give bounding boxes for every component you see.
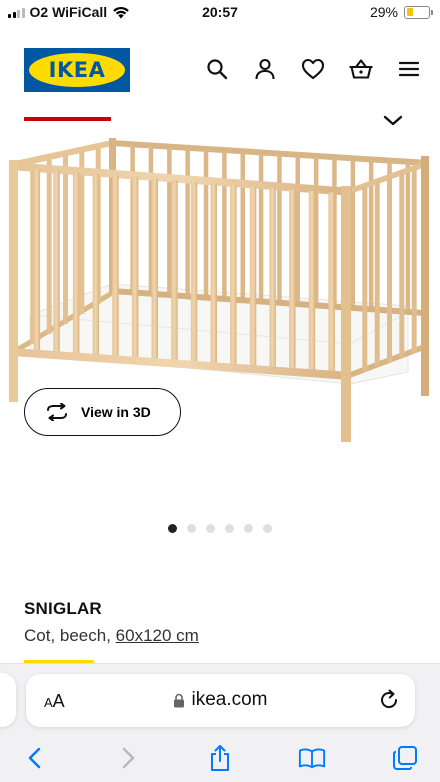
view-in-3d-label: View in 3D xyxy=(81,404,151,420)
forward-icon[interactable] xyxy=(114,744,142,772)
gallery-dot[interactable] xyxy=(263,524,272,533)
product-size-link[interactable]: 60x120 cm xyxy=(116,626,199,645)
battery-level xyxy=(406,8,413,16)
wishlist-icon[interactable] xyxy=(300,56,326,82)
status-bar: O2 WiFiCall 20:57 29% xyxy=(0,0,440,26)
gallery-dot[interactable] xyxy=(187,524,196,533)
lock-icon xyxy=(174,693,185,707)
rotate-3d-icon xyxy=(47,403,67,421)
header-icons xyxy=(204,56,422,82)
back-icon[interactable] xyxy=(21,744,49,772)
gallery-dot[interactable] xyxy=(168,524,177,533)
battery-icon xyxy=(404,5,433,19)
chevron-down-icon[interactable] xyxy=(381,112,405,130)
url-display[interactable]: ikea.com xyxy=(26,689,415,711)
gallery-dot[interactable] xyxy=(206,524,215,533)
address-bar[interactable]: AA ikea.com xyxy=(26,674,415,727)
share-icon[interactable] xyxy=(206,744,234,772)
bookmarks-icon[interactable] xyxy=(298,744,326,772)
product-description-text: Cot, beech, xyxy=(24,626,116,645)
browser-toolbar xyxy=(0,740,440,774)
reload-icon[interactable] xyxy=(377,688,401,712)
menu-icon[interactable] xyxy=(396,56,422,82)
view-in-3d-button[interactable]: View in 3D xyxy=(24,388,181,436)
logo-text: IKEA xyxy=(48,58,106,82)
ikea-logo[interactable]: IKEA xyxy=(24,48,130,92)
product-description: Cot, beech, 60x120 cm xyxy=(24,626,199,646)
gallery-dot[interactable] xyxy=(225,524,234,533)
highlight-bar xyxy=(24,117,111,121)
logo-oval: IKEA xyxy=(29,53,125,87)
search-icon[interactable] xyxy=(204,56,230,82)
basket-icon[interactable] xyxy=(348,56,374,82)
browser-bottom-bar: AA ikea.com xyxy=(0,663,440,782)
gallery-pagination xyxy=(168,524,272,533)
status-right: 29% xyxy=(369,4,433,20)
tabs-icon[interactable] xyxy=(391,744,419,772)
product-name: SNIGLAR xyxy=(24,599,102,618)
site-header: IKEA xyxy=(0,44,440,96)
url-text: ikea.com xyxy=(191,689,268,710)
gallery-dot[interactable] xyxy=(244,524,253,533)
account-icon[interactable] xyxy=(252,56,278,82)
battery-percent: 29% xyxy=(369,4,398,20)
previous-tab-card[interactable] xyxy=(0,673,16,727)
